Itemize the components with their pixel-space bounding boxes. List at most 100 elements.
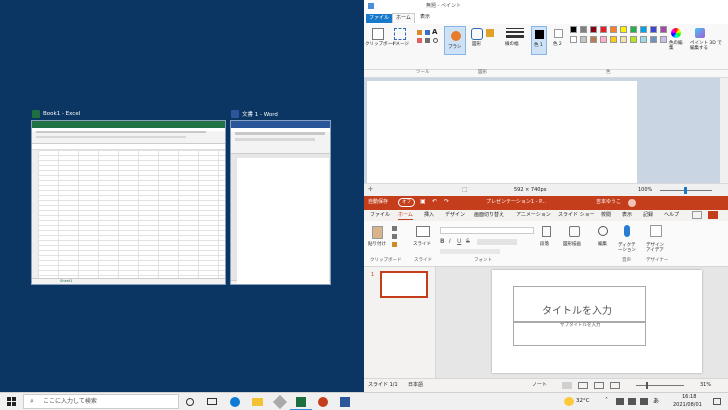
- strikethrough-icon[interactable]: S: [466, 239, 470, 245]
- excel-grid[interactable]: [32, 150, 225, 278]
- paint-tab-home[interactable]: ホーム: [392, 13, 415, 23]
- comment-icon[interactable]: [692, 211, 702, 219]
- search-icon[interactable]: [598, 226, 608, 236]
- paint-scrollbar[interactable]: [720, 78, 728, 183]
- notification-icon[interactable]: [713, 398, 721, 405]
- undo-icon[interactable]: ↶: [432, 199, 437, 205]
- format-painter-icon[interactable]: [392, 242, 397, 247]
- notes-button[interactable]: ノート: [532, 383, 547, 388]
- cortana-icon[interactable]: [186, 398, 194, 406]
- fill-icon[interactable]: [425, 30, 430, 35]
- reading-view-icon[interactable]: [594, 382, 604, 389]
- slide-thumbnail[interactable]: [380, 271, 428, 298]
- color-swatch[interactable]: [650, 26, 657, 33]
- color-swatch[interactable]: [570, 36, 577, 43]
- slide-canvas[interactable]: タイトルを入力 サブタイトルを入力: [492, 270, 702, 373]
- bold-icon[interactable]: B: [440, 239, 445, 245]
- tab-home[interactable]: ホーム: [398, 213, 413, 220]
- clipboard-icon[interactable]: [372, 28, 384, 40]
- font-tools[interactable]: [477, 239, 517, 245]
- text-icon[interactable]: A: [432, 29, 437, 36]
- paint3d-icon[interactable]: [695, 28, 705, 38]
- sheet-tab[interactable]: Sheet1: [60, 279, 72, 284]
- powerpoint-window[interactable]: 自動保存 オフ ▣ ↶ ↷ プレゼンテーション1 - P... 吉本ゆうこ ファ…: [364, 196, 728, 392]
- tab-review[interactable]: 校閲: [601, 213, 611, 218]
- volume-icon[interactable]: [628, 398, 636, 405]
- clock-time[interactable]: 16:18: [682, 395, 696, 400]
- zoom-slider[interactable]: [636, 385, 684, 386]
- color-swatch[interactable]: [600, 26, 607, 33]
- autosave-toggle[interactable]: オフ: [398, 198, 415, 207]
- sorter-view-icon[interactable]: [578, 382, 588, 389]
- color-swatch[interactable]: [570, 26, 577, 33]
- paragraph-icon[interactable]: [542, 226, 551, 237]
- color-swatch[interactable]: [640, 26, 647, 33]
- tab-animations[interactable]: アニメーション: [516, 213, 551, 218]
- tab-file[interactable]: ファイル: [370, 213, 390, 218]
- subtitle-placeholder[interactable]: サブタイトルを入力: [513, 322, 646, 346]
- color-picker-icon[interactable]: [425, 38, 430, 43]
- title-placeholder[interactable]: タイトルを入力: [513, 286, 646, 322]
- size-icon[interactable]: [506, 28, 524, 38]
- color-swatch[interactable]: [610, 36, 617, 43]
- avatar[interactable]: [628, 199, 636, 207]
- color-swatch[interactable]: [620, 26, 627, 33]
- tab-help[interactable]: ヘルプ: [664, 213, 679, 218]
- normal-view-icon[interactable]: [562, 382, 572, 389]
- weather-icon[interactable]: [564, 397, 574, 406]
- ime-indicator[interactable]: あ: [653, 399, 659, 405]
- microphone-icon[interactable]: [624, 225, 630, 237]
- paste-icon[interactable]: [372, 226, 383, 239]
- paint-taskbar-icon[interactable]: [272, 394, 288, 410]
- powerpoint-taskbar-icon[interactable]: [318, 397, 328, 407]
- eraser-icon[interactable]: [417, 38, 422, 43]
- save-icon[interactable]: ▣: [420, 199, 426, 205]
- color-swatch[interactable]: [660, 36, 667, 43]
- underline-icon[interactable]: U: [457, 239, 461, 245]
- word-thumbnail[interactable]: [230, 120, 331, 285]
- color-swatch[interactable]: [650, 36, 657, 43]
- font-name-box[interactable]: [440, 227, 534, 234]
- task-view-icon[interactable]: [207, 398, 217, 405]
- color-swatch[interactable]: [630, 36, 637, 43]
- copy-icon[interactable]: [392, 234, 397, 239]
- word-thumbnail-title[interactable]: 文書 1 - Word: [231, 110, 278, 118]
- color-swatch[interactable]: [630, 26, 637, 33]
- color-swatch[interactable]: [580, 36, 587, 43]
- paint-tab-file[interactable]: ファイル: [366, 14, 393, 23]
- show-hidden-icon[interactable]: ˄: [605, 398, 608, 404]
- outline-icon[interactable]: [486, 29, 494, 37]
- color1-button[interactable]: 色 1: [531, 26, 547, 55]
- shapes-icon[interactable]: [569, 226, 580, 237]
- share-icon[interactable]: [708, 211, 718, 219]
- pencil-icon[interactable]: [417, 30, 422, 35]
- paint-canvas[interactable]: [367, 81, 637, 183]
- paint-tab-view[interactable]: 表示: [420, 15, 430, 20]
- designer-icon[interactable]: [650, 225, 662, 237]
- excel-thumbnail[interactable]: Sheet1: [31, 120, 226, 285]
- paint-window[interactable]: 無題 - ペイント ファイル ホーム 表示 クリップボード イメージ A ブラシ…: [364, 0, 728, 196]
- excel-taskbar-icon[interactable]: [296, 397, 306, 407]
- font-effects[interactable]: [440, 249, 500, 254]
- color-swatch[interactable]: [660, 26, 667, 33]
- color-swatch[interactable]: [610, 26, 617, 33]
- word-taskbar-icon[interactable]: [340, 397, 350, 407]
- tab-design[interactable]: デザイン: [445, 213, 465, 218]
- cut-icon[interactable]: [392, 226, 397, 231]
- edge-icon[interactable]: [230, 397, 240, 407]
- search-box[interactable]: ⌕ ここに入力して検索: [23, 394, 179, 409]
- excel-thumbnail-title[interactable]: Book1 - Excel: [32, 110, 80, 118]
- word-page[interactable]: [237, 158, 329, 284]
- redo-icon[interactable]: ↷: [444, 199, 449, 205]
- color-swatch[interactable]: [620, 36, 627, 43]
- brush-button[interactable]: ブラシ: [444, 26, 466, 55]
- color-swatch[interactable]: [580, 26, 587, 33]
- edit-colors-icon[interactable]: [671, 28, 681, 38]
- tab-transitions[interactable]: 画面切り替え: [474, 213, 504, 218]
- color-swatch[interactable]: [640, 36, 647, 43]
- zoom-thumb[interactable]: [646, 382, 648, 389]
- magnifier-icon[interactable]: [433, 38, 438, 43]
- tab-view[interactable]: 表示: [622, 213, 632, 218]
- tab-insert[interactable]: 挿入: [424, 213, 434, 218]
- windows-start-icon[interactable]: [7, 397, 16, 406]
